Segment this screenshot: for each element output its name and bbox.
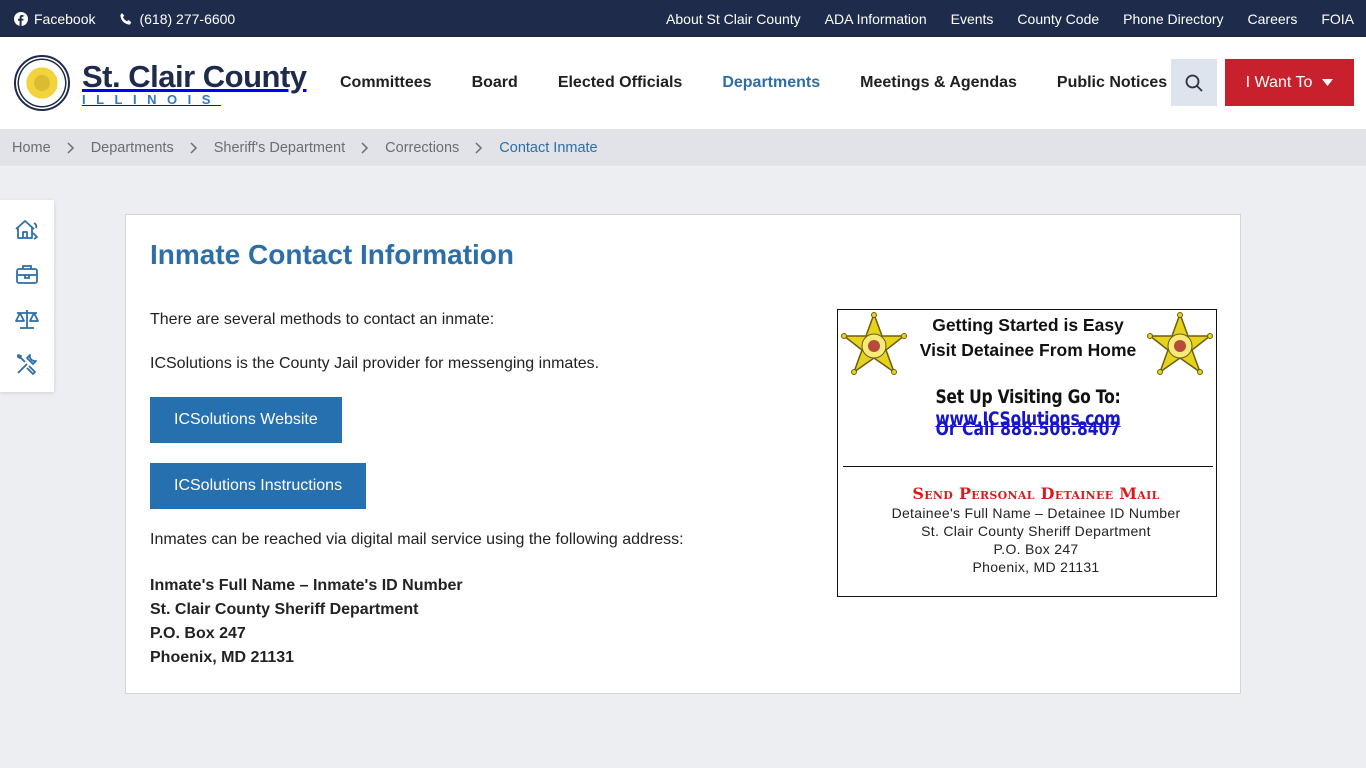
top-link-foia[interactable]: FOIA <box>1321 11 1354 27</box>
scales-icon[interactable] <box>12 304 42 334</box>
chevron-right-icon <box>475 141 483 154</box>
i-want-to-label: I Want To <box>1245 73 1313 91</box>
top-link-about[interactable]: About St Clair County <box>666 11 801 27</box>
top-link-county-code[interactable]: County Code <box>1017 11 1099 27</box>
chevron-right-icon <box>361 141 369 154</box>
icsolutions-instructions-button[interactable]: ICSolutions Instructions <box>150 463 367 509</box>
address-line: Inmate's Full Name – Inmate's ID Number <box>150 577 463 594</box>
breadcrumb-corrections[interactable]: Corrections <box>385 140 459 156</box>
breadcrumb-departments[interactable]: Departments <box>91 140 174 156</box>
intro-text: There are several methods to contact an … <box>150 311 495 328</box>
nav-board[interactable]: Board <box>472 74 518 92</box>
utility-bar: Facebook (618) 277-6600 About St Clair C… <box>0 0 1366 37</box>
site-logo[interactable]: St. Clair County ILLINOIS <box>14 55 307 111</box>
breadcrumb-sheriff[interactable]: Sheriff's Department <box>214 140 345 156</box>
search-button[interactable] <box>1171 59 1217 106</box>
phone-icon <box>120 12 132 25</box>
top-link-phone-directory[interactable]: Phone Directory <box>1123 11 1223 27</box>
top-link-careers[interactable]: Careers <box>1248 11 1298 27</box>
address-line: P.O. Box 247 <box>150 625 246 642</box>
nav-elected-officials[interactable]: Elected Officials <box>558 74 683 92</box>
mail-intro-text: Inmates can be reached via digital mail … <box>150 531 684 548</box>
mailing-address: Inmate's Full Name – Inmate's ID Number … <box>150 574 463 670</box>
breadcrumb-current: Contact Inmate <box>499 139 598 156</box>
tools-icon[interactable] <box>12 349 42 379</box>
chevron-right-icon <box>67 141 75 154</box>
facebook-label: Facebook <box>34 10 96 27</box>
top-link-ada[interactable]: ADA Information <box>825 11 927 27</box>
breadcrumb: Home Departments Sheriff's Department Co… <box>0 129 1366 166</box>
address-line: St. Clair County Sheriff Department <box>150 601 419 618</box>
flyer-call: Or Call 888.506.8407 <box>935 418 1121 440</box>
flyer-line-1: Getting Started is Easy <box>932 315 1124 335</box>
top-link-events[interactable]: Events <box>951 11 994 27</box>
phone-label: (618) 277-6600 <box>139 10 236 27</box>
icsolutions-website-button[interactable]: ICSolutions Website <box>150 397 342 443</box>
nav-committees[interactable]: Committees <box>340 74 432 92</box>
flyer-divider <box>843 466 1213 467</box>
flyer-mail-line: St. Clair County Sheriff Department <box>921 523 1151 539</box>
site-header: St. Clair County ILLINOIS Committees Boa… <box>0 37 1366 129</box>
side-tools <box>0 200 54 392</box>
logo-subtitle: ILLINOIS <box>82 91 221 107</box>
provider-text: ICSolutions is the County Jail provider … <box>150 355 600 372</box>
county-seal-icon <box>14 55 70 111</box>
chevron-right-icon <box>190 141 198 154</box>
phone-link[interactable]: (618) 277-6600 <box>119 11 235 27</box>
facebook-icon <box>14 11 28 26</box>
nav-public-notices[interactable]: Public Notices <box>1057 74 1167 92</box>
address-line: Phoenix, MD 21131 <box>150 649 295 666</box>
flyer-line-2: Visit Detainee From Home <box>919 340 1137 360</box>
housing-icon[interactable] <box>12 214 42 244</box>
page-title: Inmate Contact Information <box>150 239 515 270</box>
content-card: Inmate Contact Information There are sev… <box>125 214 1241 694</box>
i-want-to-button[interactable]: I Want To <box>1225 59 1354 106</box>
main-nav: Committees Board Elected Officials Depar… <box>340 37 1167 129</box>
flyer-setup-prefix: Set Up Visiting Go To: <box>935 386 1121 408</box>
facebook-link[interactable]: Facebook <box>14 11 95 27</box>
flyer-mail-line: Phoenix, MD 21131 <box>972 559 1100 575</box>
flyer-mail-line: P.O. Box 247 <box>993 541 1079 557</box>
caret-down-icon <box>1322 79 1334 86</box>
flyer-heading: Getting Started is Easy Visit Detainee F… <box>838 313 1218 363</box>
nav-meetings-agendas[interactable]: Meetings & Agendas <box>860 74 1017 92</box>
briefcase-icon[interactable] <box>12 259 42 289</box>
breadcrumb-home[interactable]: Home <box>12 140 51 156</box>
flyer-mail-line: Detainee's Full Name – Detainee ID Numbe… <box>891 505 1181 521</box>
search-icon <box>1185 74 1203 92</box>
logo-title: St. Clair County <box>82 58 307 94</box>
nav-departments[interactable]: Departments <box>722 74 820 92</box>
visitation-flyer: Getting Started is Easy Visit Detainee F… <box>837 309 1217 597</box>
flyer-mail-heading: Send Personal Detainee Mail <box>912 484 1160 503</box>
